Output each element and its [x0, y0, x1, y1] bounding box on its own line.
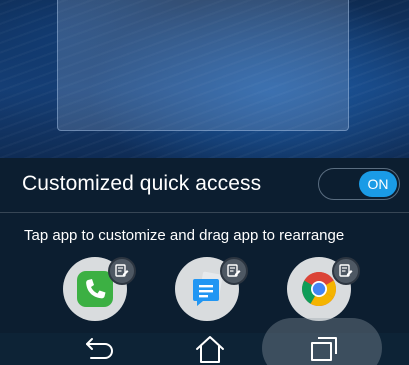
edit-phone-badge-icon[interactable] — [108, 257, 136, 285]
edit-icon — [227, 264, 241, 277]
back-button[interactable] — [80, 335, 120, 363]
edit-icon — [339, 264, 353, 277]
home-icon — [196, 336, 224, 363]
home-button[interactable] — [190, 333, 230, 365]
quick-access-title: Customized quick access — [22, 172, 262, 195]
back-icon — [86, 338, 113, 359]
switch-state-label: ON — [359, 171, 397, 197]
edit-chrome-badge-icon[interactable] — [332, 257, 360, 285]
quick-access-toggle-row[interactable]: Customized quick access ON — [0, 158, 409, 213]
edit-messages-badge-icon[interactable] — [220, 257, 248, 285]
lock-screen-preview — [57, 0, 349, 131]
quick-access-switch[interactable]: ON — [318, 168, 400, 200]
rearrange-hint: Tap app to customize and drag app to rea… — [24, 227, 345, 244]
edit-icon — [115, 264, 129, 277]
wallpaper-preview-area — [0, 0, 409, 158]
recent-apps-icon — [311, 337, 337, 361]
recent-apps-button[interactable] — [304, 334, 344, 364]
